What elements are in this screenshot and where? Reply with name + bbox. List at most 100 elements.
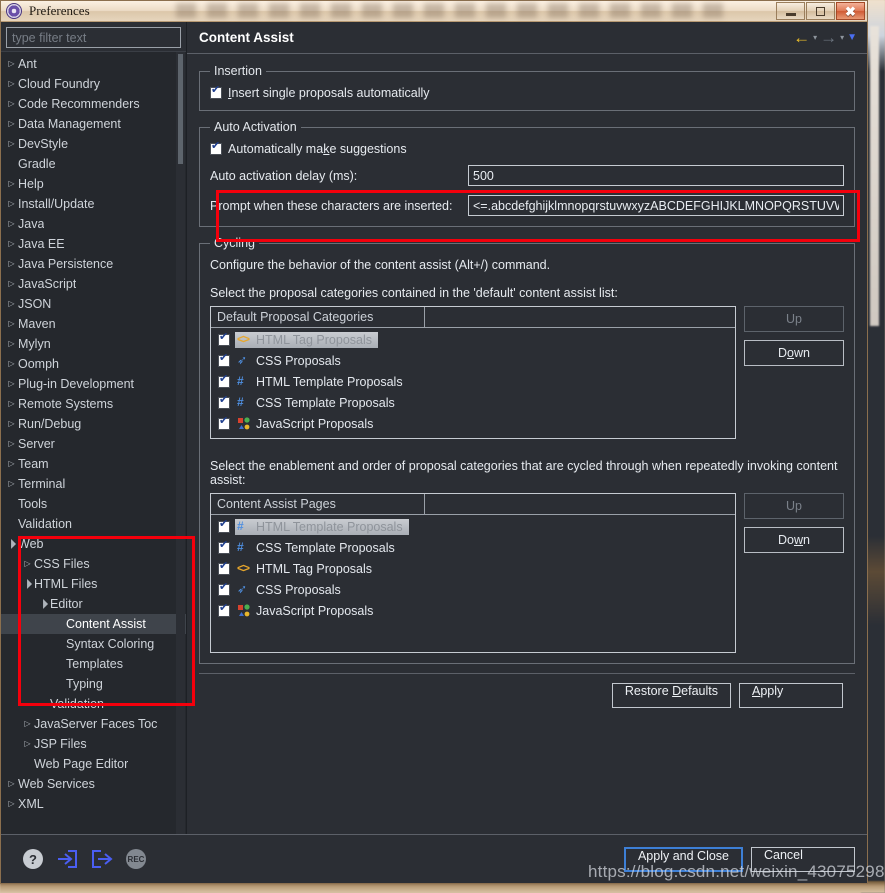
sidebar-item-terminal[interactable]: Terminal <box>1 474 186 494</box>
sidebar-item-mylyn[interactable]: Mylyn <box>1 334 186 354</box>
content-assist-pages-listbox[interactable]: Content Assist Pages # HTML Template Prop… <box>210 493 736 653</box>
filter-input[interactable] <box>6 27 181 48</box>
cycle-list-row-checkbox[interactable] <box>218 540 230 554</box>
sidebar-item-validation[interactable]: Validation <box>1 694 186 714</box>
sidebar-item-code-recommenders[interactable]: Code Recommenders <box>1 94 186 114</box>
prompt-characters-input[interactable] <box>468 195 844 216</box>
sidebar-item-validation[interactable]: Validation <box>1 514 186 534</box>
back-dropdown-caret-icon[interactable]: ▾ <box>813 33 817 42</box>
auto-suggest-checkbox[interactable] <box>210 141 222 155</box>
sidebar-item-devstyle[interactable]: DevStyle <box>1 134 186 154</box>
tree-collapsed-icon[interactable] <box>5 300 18 308</box>
cycle-list-row-checkbox[interactable] <box>218 561 230 575</box>
tree-collapsed-icon[interactable] <box>5 780 18 788</box>
import-icon[interactable] <box>56 850 78 868</box>
back-arrow-icon[interactable]: ← <box>793 29 810 46</box>
tree-collapsed-icon[interactable] <box>5 320 18 328</box>
list-item[interactable]: # CSS Template Proposals <box>211 537 735 558</box>
sidebar-item-editor[interactable]: Editor <box>1 594 186 614</box>
tree-collapsed-icon[interactable] <box>5 800 18 808</box>
tree-collapsed-icon[interactable] <box>21 740 34 748</box>
sidebar-item-css-files[interactable]: CSS Files <box>1 554 186 574</box>
insert-single-row[interactable]: Insert single proposals automatically <box>210 85 844 100</box>
forward-arrow-icon[interactable]: → <box>820 29 837 46</box>
tree-collapsed-icon[interactable] <box>5 60 18 68</box>
sidebar-item-json[interactable]: JSON <box>1 294 186 314</box>
sidebar-item-maven[interactable]: Maven <box>1 314 186 334</box>
sidebar-item-web[interactable]: Web <box>1 534 186 554</box>
tree-collapsed-icon[interactable] <box>5 260 18 268</box>
tree-collapsed-icon[interactable] <box>5 380 18 388</box>
tree-scrollbar-thumb[interactable] <box>178 54 183 164</box>
tree-collapsed-icon[interactable] <box>5 440 18 448</box>
list-item[interactable]: <> HTML Tag Proposals <box>211 558 735 579</box>
tree-collapsed-icon[interactable] <box>21 720 34 728</box>
close-button[interactable]: ✖ <box>836 2 865 20</box>
tree-collapsed-icon[interactable] <box>5 200 18 208</box>
default-list-row-checkbox[interactable] <box>218 374 230 388</box>
tree-collapsed-icon[interactable] <box>5 220 18 228</box>
sidebar-item-java-ee[interactable]: Java EE <box>1 234 186 254</box>
list-item[interactable]: ➶ CSS Proposals <box>211 579 735 600</box>
default-proposal-listbox[interactable]: Default Proposal Categories <> HTML Tag P… <box>210 306 736 439</box>
default-down-button[interactable]: Do wn <box>744 340 844 366</box>
sidebar-item-javaserver-faces-toc[interactable]: JavaServer Faces Toc <box>1 714 186 734</box>
list-item[interactable]: JavaScript Proposals <box>211 413 735 434</box>
sidebar-item-templates[interactable]: Templates <box>1 654 186 674</box>
sidebar-item-web-services[interactable]: Web Services <box>1 774 186 794</box>
export-icon[interactable] <box>91 850 113 868</box>
forward-dropdown-caret-icon[interactable]: ▾ <box>840 33 844 42</box>
sidebar-item-xml[interactable]: XML <box>1 794 186 814</box>
list-item[interactable]: # CSS Template Proposals <box>211 392 735 413</box>
tree-expanded-icon[interactable] <box>5 540 18 548</box>
list-item[interactable]: # HTML Template Proposals <box>211 371 735 392</box>
tree-collapsed-icon[interactable] <box>5 480 18 488</box>
sidebar-item-plug-in-development[interactable]: Plug-in Development <box>1 374 186 394</box>
cycle-down-button[interactable]: Do w n <box>744 527 844 553</box>
tree-collapsed-icon[interactable] <box>5 180 18 188</box>
help-icon[interactable]: ? <box>23 849 43 869</box>
tree-collapsed-icon[interactable] <box>5 80 18 88</box>
sidebar-item-cloud-foundry[interactable]: Cloud Foundry <box>1 74 186 94</box>
sidebar-item-syntax-coloring[interactable]: Syntax Coloring <box>1 634 186 654</box>
tree-collapsed-icon[interactable] <box>5 240 18 248</box>
sidebar-item-ant[interactable]: Ant <box>1 54 186 74</box>
tree-scrollbar[interactable] <box>176 52 185 834</box>
sidebar-item-install-update[interactable]: Install/Update <box>1 194 186 214</box>
tree-collapsed-icon[interactable] <box>5 460 18 468</box>
sidebar-item-run-debug[interactable]: Run/Debug <box>1 414 186 434</box>
sidebar-item-gradle[interactable]: Gradle <box>1 154 186 174</box>
default-up-button[interactable]: Up <box>744 306 844 332</box>
tree-collapsed-icon[interactable] <box>5 400 18 408</box>
cycle-list-row-checkbox[interactable] <box>218 519 230 533</box>
sidebar-item-html-files[interactable]: HTML Files <box>1 574 186 594</box>
sidebar-item-java[interactable]: Java <box>1 214 186 234</box>
tree-collapsed-icon[interactable] <box>5 360 18 368</box>
tree-collapsed-icon[interactable] <box>5 120 18 128</box>
sidebar-item-data-management[interactable]: Data Management <box>1 114 186 134</box>
tree-collapsed-icon[interactable] <box>5 280 18 288</box>
cycle-list-row-checkbox[interactable] <box>218 582 230 596</box>
tree-expanded-icon[interactable] <box>37 600 50 608</box>
tree-collapsed-icon[interactable] <box>5 340 18 348</box>
list-item[interactable]: JavaScript Proposals <box>211 600 735 621</box>
default-list-row-checkbox[interactable] <box>218 416 230 430</box>
maximize-button[interactable] <box>806 2 835 20</box>
sidebar-item-server[interactable]: Server <box>1 434 186 454</box>
sidebar-item-javascript[interactable]: JavaScript <box>1 274 186 294</box>
tree-collapsed-icon[interactable] <box>5 140 18 148</box>
minimize-button[interactable] <box>776 2 805 20</box>
tree-collapsed-icon[interactable] <box>5 100 18 108</box>
record-icon[interactable]: REC <box>126 849 146 869</box>
sidebar-item-remote-systems[interactable]: Remote Systems <box>1 394 186 414</box>
tree-collapsed-icon[interactable] <box>5 420 18 428</box>
apply-button[interactable]: Apply <box>739 683 843 708</box>
page-menu-caret-icon[interactable]: ▼ <box>847 32 857 43</box>
sidebar-item-typing[interactable]: Typing <box>1 674 186 694</box>
delay-input[interactable] <box>468 165 844 186</box>
list-item[interactable]: <> HTML Tag Proposals <box>211 329 735 350</box>
sidebar-item-jsp-files[interactable]: JSP Files <box>1 734 186 754</box>
sidebar-item-oomph[interactable]: Oomph <box>1 354 186 374</box>
preferences-tree[interactable]: Ant Cloud Foundry Code Recommenders Data Ma… <box>1 51 186 834</box>
auto-suggest-row[interactable]: Automatically make suggestions <box>210 141 844 156</box>
